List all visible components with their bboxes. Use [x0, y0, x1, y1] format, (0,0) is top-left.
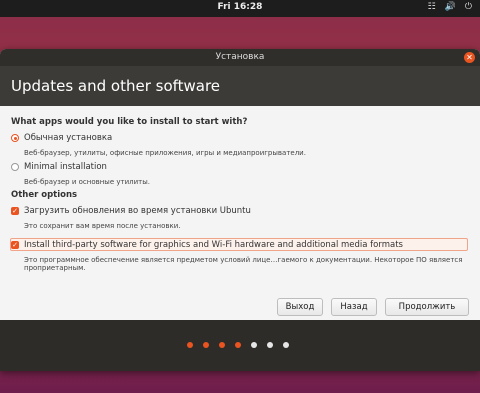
checkbox-checked-icon[interactable]: ✓ — [11, 241, 19, 249]
other-options-heading: Other options — [11, 190, 78, 200]
page-title: Updates and other software — [0, 66, 480, 106]
network-icon[interactable]: ☷ — [428, 2, 436, 12]
progress-dot — [251, 342, 257, 348]
content-area: What apps would you like to install to s… — [0, 106, 480, 320]
radio-label: Minimal installation — [24, 162, 107, 172]
checkbox-third-party[interactable]: ✓ Install third-party software for graph… — [11, 240, 403, 250]
install-question: What apps would you like to install to s… — [11, 117, 248, 127]
titlebar: Установка ✕ — [0, 49, 480, 66]
checkbox-checked-icon[interactable]: ✓ — [11, 207, 19, 215]
window-title: Установка — [215, 52, 265, 62]
checkbox-label: Загрузить обновления во время установки … — [24, 206, 251, 216]
checkbox-download-updates[interactable]: ✓ Загрузить обновления во время установк… — [11, 206, 251, 216]
back-button[interactable]: Назад — [331, 298, 377, 316]
checkbox-label: Install third-party software for graphic… — [24, 240, 403, 250]
option-description: Это программное обеспечение является пре… — [24, 256, 463, 272]
continue-button[interactable]: Продолжить — [385, 298, 469, 316]
radio-normal-install[interactable]: Обычная установка — [11, 133, 112, 143]
close-icon[interactable]: ✕ — [464, 52, 475, 63]
installer-window: Установка ✕ Updates and other software W… — [0, 49, 480, 371]
progress-dot — [203, 342, 209, 348]
progress-dot — [187, 342, 193, 348]
progress-bar — [0, 320, 480, 371]
radio-selected-icon[interactable] — [11, 134, 19, 142]
system-tray[interactable]: ☷ 🔊 ⏻ — [428, 2, 472, 12]
progress-dot — [283, 342, 289, 348]
power-icon[interactable]: ⏻ — [465, 2, 472, 12]
progress-dots — [187, 342, 289, 348]
option-description: Веб-браузер, утилиты, офисные приложения… — [24, 149, 306, 157]
progress-dot — [219, 342, 225, 348]
radio-minimal-install[interactable]: Minimal installation — [11, 162, 107, 172]
top-panel: Fri 16:28 ☷ 🔊 ⏻ — [0, 0, 480, 17]
progress-dot — [235, 342, 241, 348]
option-description: Это сохранит вам время после установки. — [24, 222, 181, 230]
radio-unselected-icon[interactable] — [11, 163, 19, 171]
progress-dot — [267, 342, 273, 348]
quit-button[interactable]: Выход — [277, 298, 323, 316]
radio-label: Обычная установка — [24, 133, 113, 143]
clock[interactable]: Fri 16:28 — [0, 2, 480, 12]
option-description: Веб-браузер и основные утилиты. — [24, 178, 150, 186]
button-row: Выход Назад Продолжить — [277, 298, 469, 316]
volume-icon[interactable]: 🔊 — [445, 2, 456, 12]
